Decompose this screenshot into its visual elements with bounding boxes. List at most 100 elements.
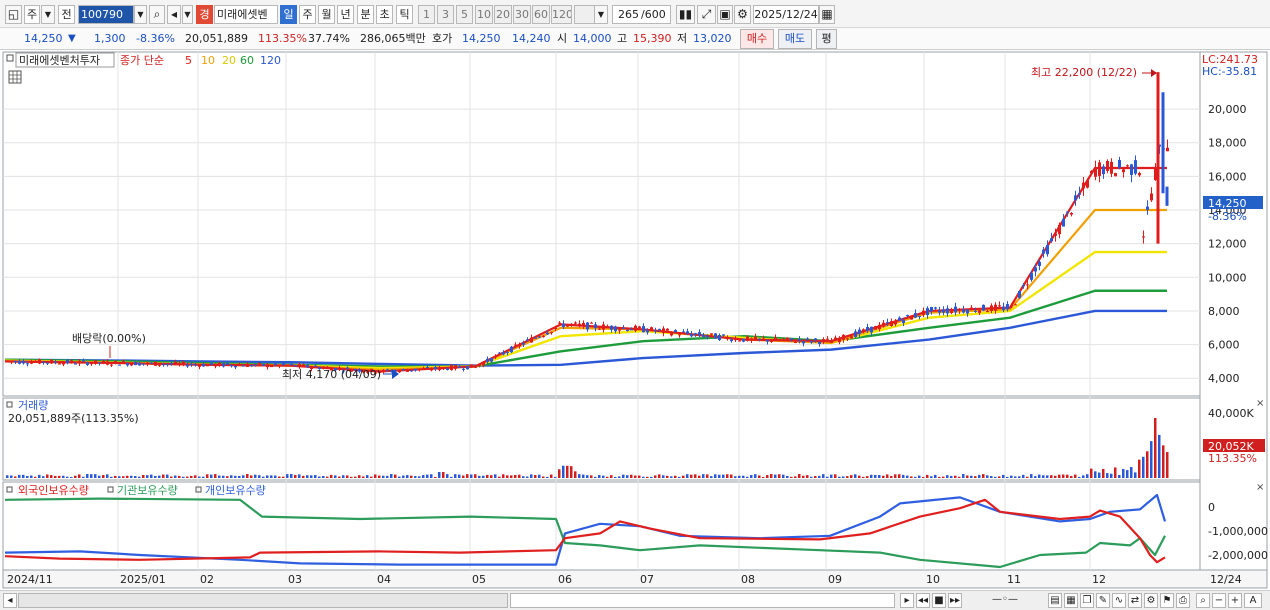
date-input[interactable]: 2025/12/24 <box>753 5 819 24</box>
bookmark-icon[interactable]: ⚑ <box>1160 593 1174 608</box>
range-60[interactable]: 60 <box>532 5 550 24</box>
chart-area[interactable]: 20,000 18,000 16,000 14,000 12,000 10,000 8,00… <box>0 50 1270 590</box>
ma-label: 종가 단순 <box>120 54 164 67</box>
range-10[interactable]: 10 <box>475 5 493 24</box>
candle-body <box>966 309 969 314</box>
draw-icon[interactable]: ✎ <box>1096 593 1110 608</box>
candle-body <box>1150 193 1153 201</box>
font-size-icon[interactable]: A <box>1244 593 1262 608</box>
period-tick[interactable]: 틱 <box>396 5 413 24</box>
period-second[interactable]: 초 <box>376 5 393 24</box>
save-icon[interactable]: ▣ <box>717 5 733 24</box>
candle-body <box>922 310 925 315</box>
volume-bar <box>518 474 521 478</box>
settings-icon[interactable]: ⚙ <box>1144 593 1158 608</box>
candle-body <box>710 333 713 335</box>
prev-button[interactable]: 전 <box>58 5 75 24</box>
range-dropdown-icon[interactable]: ▼ <box>594 5 608 24</box>
volume-bar <box>38 474 41 478</box>
layout-icon[interactable]: ▤ <box>1048 593 1062 608</box>
volume-bar <box>502 474 505 478</box>
candle-body <box>494 355 497 358</box>
high-price: 15,390 <box>633 32 672 45</box>
sell-button[interactable]: 매도 <box>778 29 812 49</box>
period-minute[interactable]: 분 <box>357 5 374 24</box>
candle-body <box>806 338 809 340</box>
range-3[interactable]: 3 <box>437 5 454 24</box>
grid-icon[interactable]: ▦ <box>1064 593 1078 608</box>
calendar-icon[interactable]: ▦ <box>819 5 835 24</box>
table-icon[interactable] <box>8 70 22 84</box>
volume-bar <box>798 474 801 478</box>
volume-bar <box>258 475 261 478</box>
volume-bar <box>1122 468 1125 478</box>
zoom-out-icon[interactable]: − <box>1212 593 1226 608</box>
candle-body <box>202 363 205 367</box>
range-20[interactable]: 20 <box>494 5 512 24</box>
volume-bar <box>454 474 457 478</box>
indicator-icon[interactable]: ∿ <box>1112 593 1126 608</box>
gear-icon[interactable]: ⚙ <box>734 5 751 24</box>
x-axis-panel <box>2 569 1268 589</box>
stock-chart[interactable]: 20,00018,00016,00014,00012,00010,0008,00… <box>0 50 1270 590</box>
range-30[interactable]: 30 <box>513 5 531 24</box>
stop-icon[interactable]: ■ <box>932 593 946 608</box>
candle-icon[interactable]: ▮▮ <box>676 5 695 24</box>
candle-body <box>838 338 841 343</box>
x-tick-label: 08 <box>741 573 755 586</box>
candle-body <box>518 344 521 347</box>
volume-bar <box>638 475 641 478</box>
period-day[interactable]: 일 <box>280 5 297 24</box>
volume-bar <box>262 476 265 478</box>
scrollbar-thumb[interactable] <box>510 593 895 608</box>
volume-bar <box>242 475 245 478</box>
count-input[interactable]: 265 <box>612 5 642 24</box>
next-icon[interactable]: ▸ <box>900 593 914 608</box>
avg-button[interactable]: 평 <box>816 29 837 49</box>
period-week[interactable]: 주 <box>299 5 316 24</box>
volume-bar <box>58 475 61 478</box>
volume-bar <box>126 475 129 478</box>
compare-icon[interactable]: ⇄ <box>1128 593 1142 608</box>
range-1[interactable]: 1 <box>418 5 435 24</box>
fast-forward-icon[interactable]: ▸▸ <box>948 593 962 608</box>
print-icon[interactable]: ⎙ <box>1176 593 1190 608</box>
volume-bar <box>434 476 437 478</box>
speaker-dropdown-icon[interactable]: ▼ <box>182 5 193 24</box>
search-icon[interactable]: ⌕ <box>149 5 165 24</box>
scrollbar-track[interactable] <box>18 593 508 608</box>
chevron-down-icon[interactable]: ▼ <box>41 5 55 24</box>
code-dropdown-icon[interactable]: ▼ <box>134 5 147 24</box>
volume-bar <box>574 471 577 478</box>
zoom-slider[interactable]: —◦— <box>970 593 1040 608</box>
market-select[interactable]: 주 <box>24 5 40 24</box>
copy-icon[interactable]: ❐ <box>1080 593 1094 608</box>
candle-body <box>654 330 657 332</box>
range-120[interactable]: 120 <box>551 5 572 24</box>
volume-bar <box>210 474 213 478</box>
stock-code-input[interactable]: 100790 <box>78 5 134 24</box>
chart-tool-icon[interactable]: ⤢ <box>697 5 716 24</box>
zoom-in-icon[interactable]: + <box>1228 593 1242 608</box>
volume-bar <box>366 475 369 478</box>
volume-bar <box>202 476 205 478</box>
candle-body <box>234 365 237 368</box>
period-year[interactable]: 년 <box>337 5 354 24</box>
period-month[interactable]: 월 <box>318 5 335 24</box>
volume-close-icon[interactable]: × <box>1256 398 1264 409</box>
buy-button[interactable]: 매수 <box>740 29 774 49</box>
candle-body <box>198 365 201 367</box>
magnify-icon[interactable]: ⌕ <box>1196 593 1210 608</box>
x-tick-label: 05 <box>472 573 486 586</box>
volume-bar <box>386 475 389 478</box>
candle-body <box>626 329 629 332</box>
scroll-left-icon[interactable]: ◂ <box>3 593 17 608</box>
window-icon[interactable]: ◱ <box>5 5 22 24</box>
candle-body <box>798 339 801 341</box>
candle-body <box>426 366 429 368</box>
range-5[interactable]: 5 <box>456 5 473 24</box>
holding-close-icon[interactable]: × <box>1256 482 1264 493</box>
rewind-icon[interactable]: ◂◂ <box>916 593 930 608</box>
speaker-icon[interactable]: ◂ <box>167 5 181 24</box>
volume-bar <box>1026 476 1029 478</box>
